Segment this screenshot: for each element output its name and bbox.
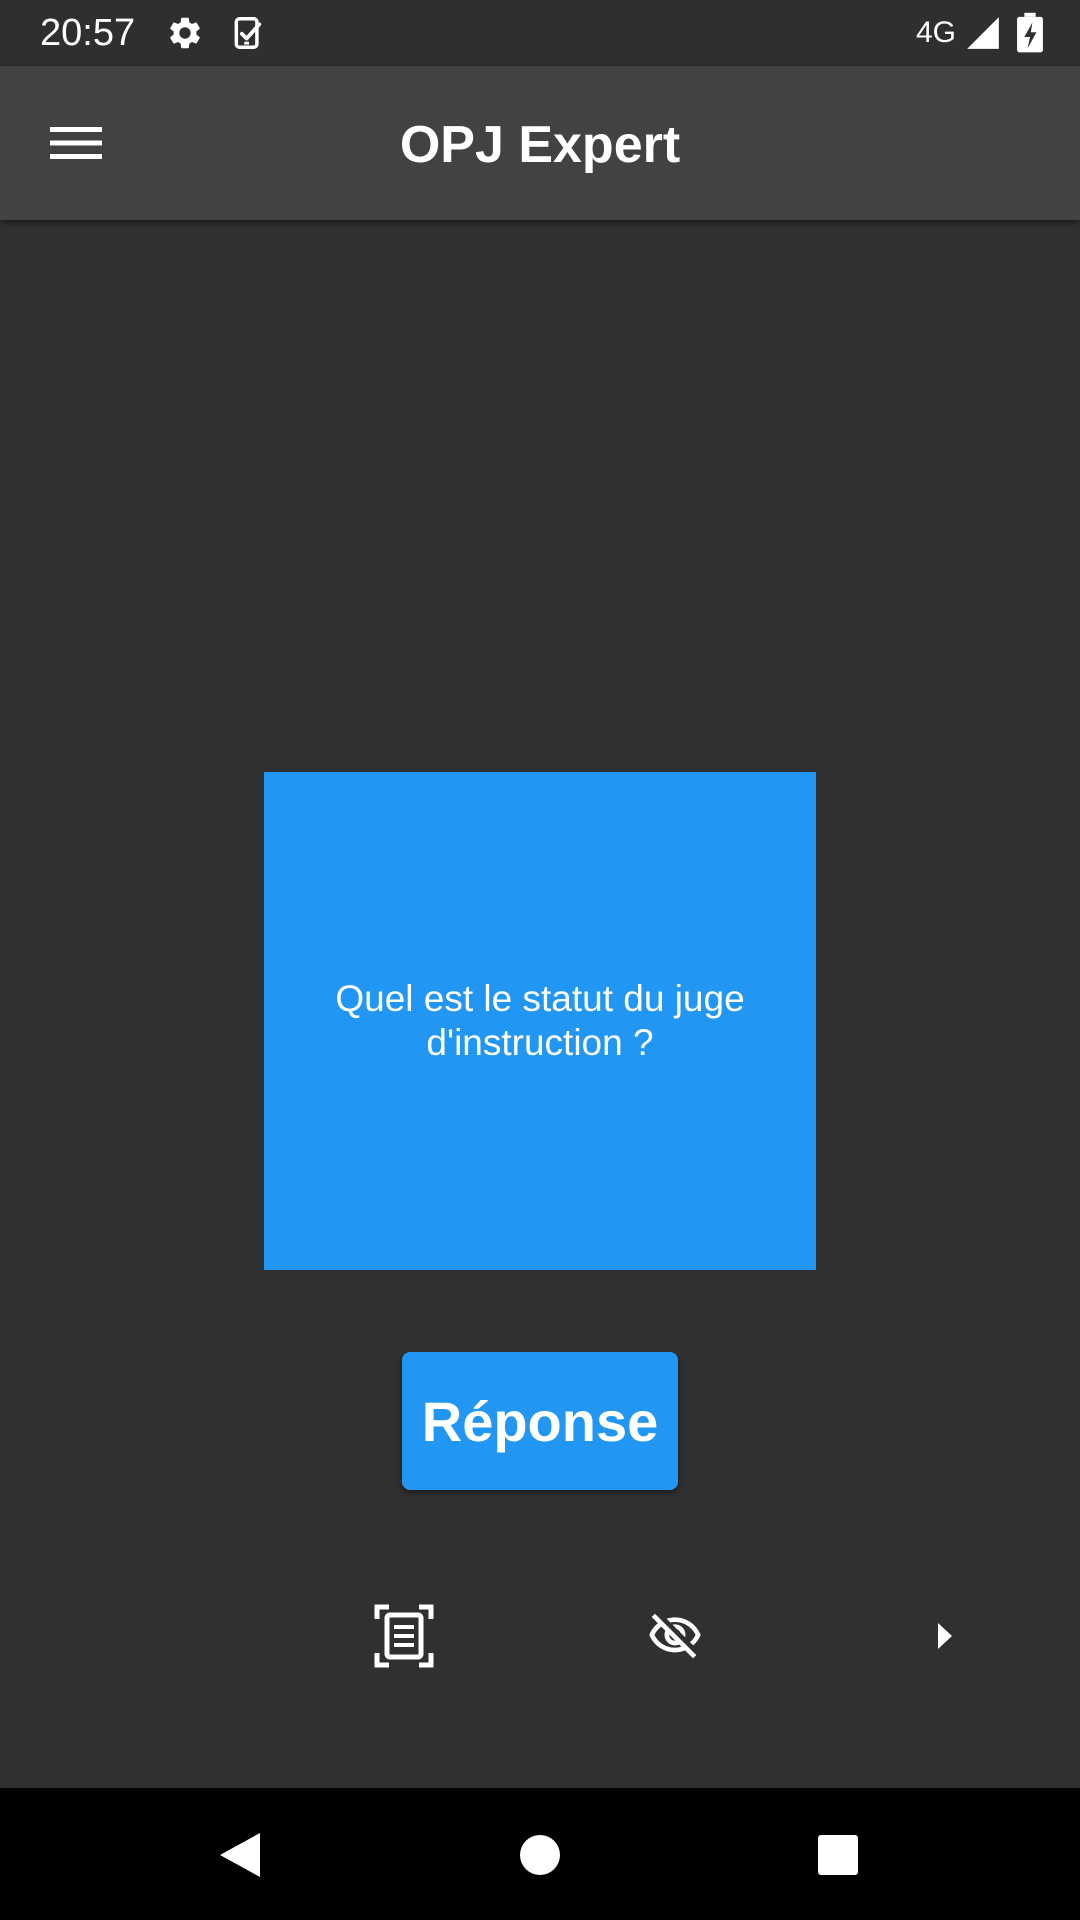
status-time: 20:57	[40, 12, 136, 54]
app-title: OPJ Expert	[399, 116, 681, 174]
navigation-bar	[0, 1788, 1080, 1920]
question-card[interactable]: Quel est le statut du juge d'instruction…	[264, 772, 816, 1270]
card-question-text: Quel est le statut du juge d'instruction…	[335, 978, 745, 1063]
network-type: 4G	[915, 16, 956, 49]
app-bar: OPJ Expert	[0, 66, 1080, 220]
play-arrow-icon[interactable]	[910, 1600, 980, 1672]
battery-charging-icon	[1010, 12, 1050, 54]
document-scan-icon[interactable]	[369, 1600, 439, 1672]
back-icon[interactable]	[205, 1820, 275, 1890]
app-screen: 20:57 4G OPJ Expert Quel est le statut d…	[0, 0, 1080, 1920]
signal-icon	[964, 14, 1002, 52]
home-icon[interactable]	[505, 1820, 575, 1890]
task-check-icon	[230, 14, 268, 52]
answer-button[interactable]: Réponse	[402, 1352, 678, 1490]
status-bar: 20:57 4G	[0, 0, 1080, 66]
eye-off-icon[interactable]	[640, 1600, 710, 1672]
recents-icon[interactable]	[803, 1820, 873, 1890]
settings-icon	[166, 14, 204, 52]
